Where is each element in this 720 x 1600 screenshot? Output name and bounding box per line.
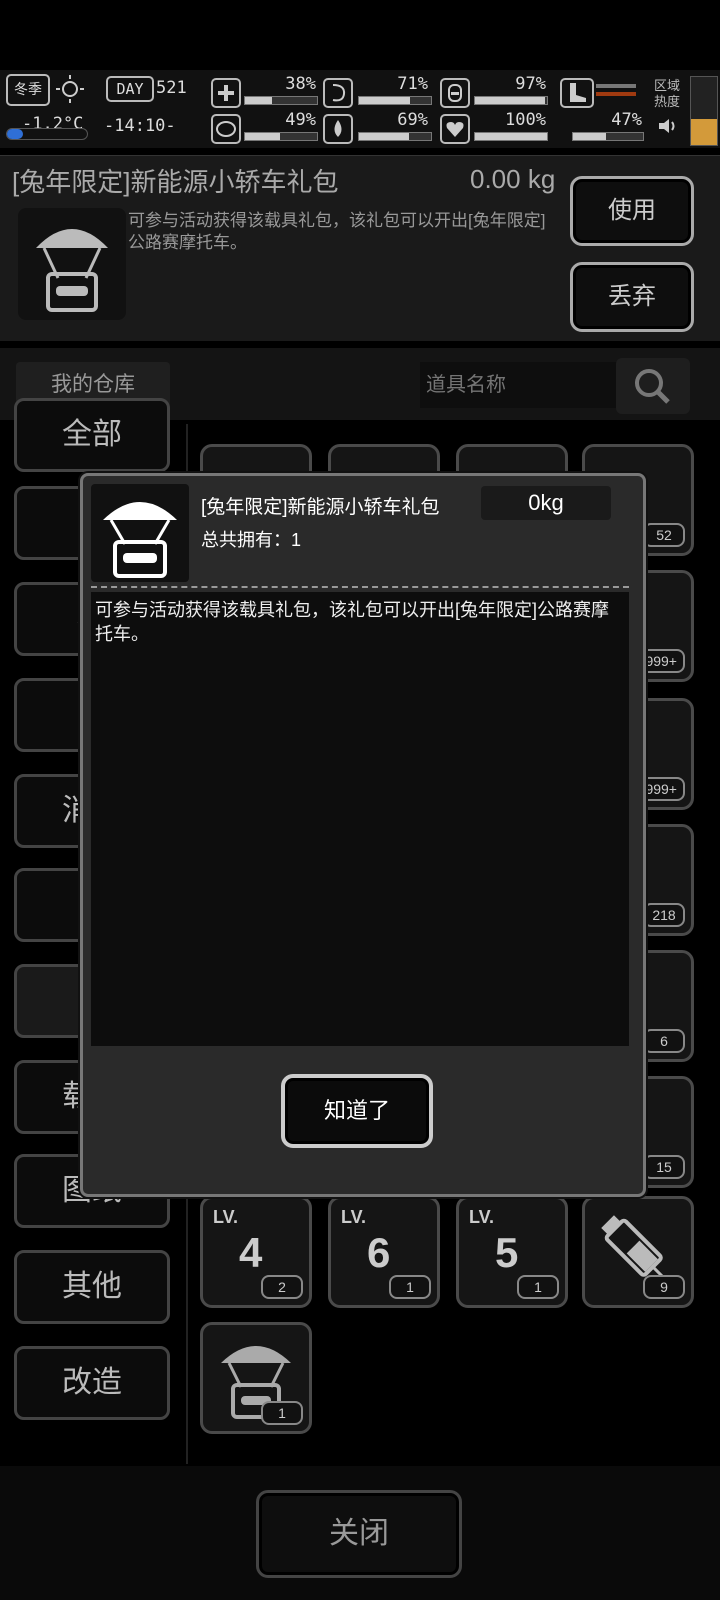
thirst-value: 69% [397,110,428,130]
item-icon-box [18,208,126,320]
stamina-bar [572,132,644,141]
life-bar [474,132,548,141]
grid-item-level-card[interactable]: LV. 6 1 [328,1196,440,1308]
item-weight: 0.00 kg [470,164,556,194]
day-value: 521 [156,78,187,98]
stomach-icon [323,78,353,108]
temperature-bar [6,128,88,140]
mood-bar [244,132,318,141]
discard-button[interactable]: 丢弃 [570,262,694,332]
grid-item-level-card[interactable]: LV. 4 2 [200,1196,312,1308]
category-modify[interactable]: 改造 [14,1346,170,1420]
item-count: 218 [643,903,685,927]
dialog-divider [91,586,629,588]
boot-icon [560,78,594,108]
energy-bar [474,96,548,105]
speaker-icon[interactable] [656,116,680,136]
search-button[interactable] [616,358,690,414]
item-detail-panel: [兔年限定]新能源小轿车礼包 0.00 kg 可参与活动获得该载具礼包，该礼包可… [0,155,720,341]
item-count: 2 [261,1275,303,1299]
level-prefix: LV. [213,1207,239,1227]
parachute-gift-icon [103,502,177,578]
item-description: 可参与活动获得该载具礼包，该礼包可以开出[兔年限定]公路赛摩托车。 [128,211,546,252]
owned-value: 1 [291,530,302,550]
search-icon [635,369,670,404]
brain-icon [211,114,241,144]
season-badge: 冬季 [6,74,50,106]
grid-item-level-card[interactable]: LV. 5 1 [456,1196,568,1308]
item-count: 1 [261,1401,303,1425]
status-bar: 冬季 DAY 521 -1.2°C -14:10- 38% 49% 71% 69… [0,70,720,148]
item-info-dialog: [兔年限定]新能源小轿车礼包 0kg 总共拥有：1 可参与活动获得该载具礼包，该… [80,473,646,1197]
sun-icon [52,74,88,104]
item-title: [兔年限定]新能源小轿车礼包 [12,167,339,197]
level-prefix: LV. [341,1207,367,1227]
item-count: 6 [643,1029,685,1053]
energy-icon [440,78,470,108]
hunger-value: 71% [397,74,428,94]
thirst-bar [358,132,432,141]
water-drop-icon [323,114,353,144]
dialog-description-area: 可参与活动获得该载具礼包，该礼包可以开出[兔年限定]公路赛摩托车。 [91,592,629,1046]
grid-item-syringe[interactable]: 9 [582,1196,694,1308]
health-value: 38% [285,74,316,94]
item-count: 52 [643,523,685,547]
stamina-warning-line [596,92,636,96]
item-count: 15 [643,1155,685,1179]
dialog-description: 可参与活动获得该载具礼包，该礼包可以开出[兔年限定]公路赛摩托车。 [95,600,609,644]
item-count: 1 [517,1275,559,1299]
health-bar [244,96,318,105]
item-count: 9 [643,1275,685,1299]
item-count: 1 [389,1275,431,1299]
stamina-line [596,84,636,88]
bottom-bar: 关闭 [0,1466,720,1600]
energy-value: 97% [515,74,546,94]
parachute-gift-icon [36,229,108,312]
zone-heat-label: 区域热度 [654,78,681,109]
dialog-item-weight: 0kg [481,486,611,520]
owned-label: 总共拥有： [201,530,291,550]
use-button[interactable]: 使用 [570,176,694,246]
day-label: DAY [106,76,154,102]
grid-item-gift-pack[interactable]: 1 [200,1322,312,1434]
heart-icon [440,114,470,144]
hunger-bar [358,96,432,105]
dialog-item-icon-box [91,484,189,582]
life-value: 100% [505,110,546,130]
level-number: 5 [495,1229,519,1276]
stamina-value: 47% [611,110,642,130]
medkit-icon [211,78,241,108]
acknowledge-button[interactable]: 知道了 [281,1074,433,1148]
zone-heat-meter [690,76,718,146]
level-number: 6 [367,1229,391,1276]
close-button[interactable]: 关闭 [256,1490,462,1578]
category-all[interactable]: 全部 [14,398,170,472]
level-number: 4 [239,1229,263,1276]
category-other[interactable]: 其他 [14,1250,170,1324]
mood-value: 49% [285,110,316,130]
dialog-item-title: [兔年限定]新能源小轿车礼包 [201,497,440,518]
search-input[interactable] [420,362,618,408]
level-prefix: LV. [469,1207,495,1227]
dialog-owned-row: 总共拥有：1 [201,526,301,552]
clock: -14:10- [104,116,176,136]
